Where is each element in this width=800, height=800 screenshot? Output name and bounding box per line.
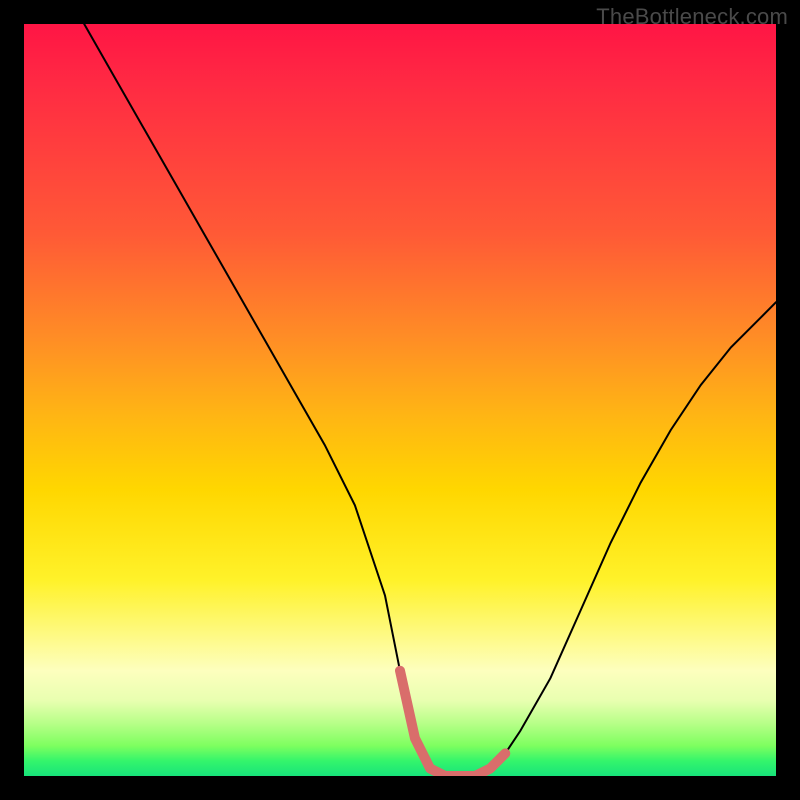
optimal-band-path	[400, 671, 505, 776]
watermark-text: TheBottleneck.com	[596, 4, 788, 30]
curve-layer	[24, 24, 776, 776]
chart-frame: TheBottleneck.com	[0, 0, 800, 800]
bottleneck-curve-path	[84, 24, 776, 776]
plot-area	[24, 24, 776, 776]
